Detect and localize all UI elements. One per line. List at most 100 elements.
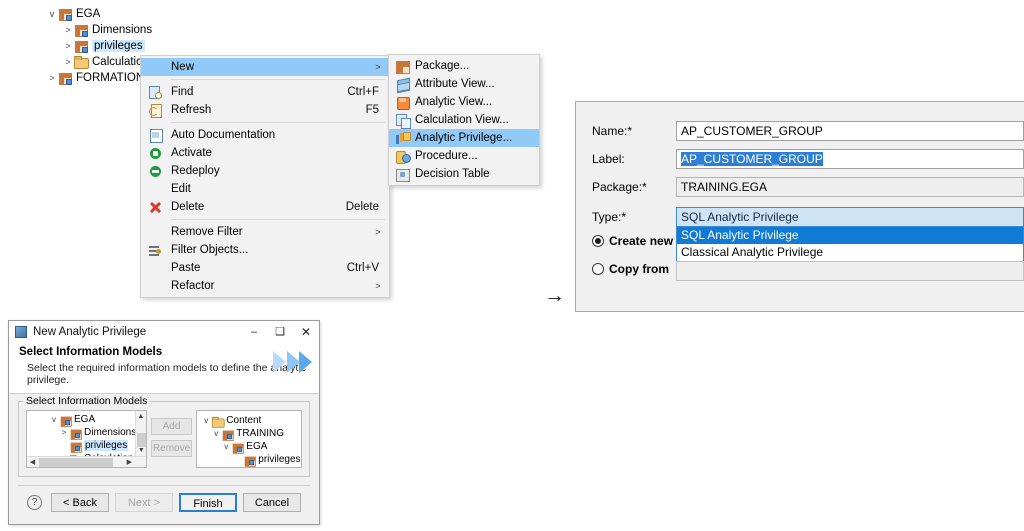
menu-item-redeploy[interactable]: Redeploy — [141, 162, 389, 180]
list-item[interactable]: v EGA — [27, 413, 146, 427]
cube-icon — [74, 39, 88, 53]
list-item[interactable]: v EGA — [197, 440, 301, 454]
cancel-button[interactable]: Cancel — [243, 493, 301, 512]
type-combo-wrap: SQL Analytic Privilege — [676, 207, 1024, 227]
menu-item-new[interactable]: New > — [141, 58, 389, 76]
submenu-item-analytic-view[interactable]: Analytic View... — [389, 93, 539, 111]
menu-item-refresh[interactable]: Refresh F5 — [141, 101, 389, 119]
maximize-button[interactable]: ❑ — [267, 321, 293, 343]
menu-item-activate[interactable]: Activate — [141, 144, 389, 162]
horizontal-scrollbar[interactable]: ◀ ▶ — [27, 456, 146, 467]
chevron-right-icon[interactable]: > — [62, 25, 74, 35]
help-icon[interactable]: ? — [27, 495, 42, 510]
finish-button[interactable]: Finish — [179, 493, 237, 512]
menu-item-label: Filter Objects... — [171, 244, 249, 256]
submenu-item-analytic-privilege[interactable]: Analytic Privilege... — [389, 129, 539, 147]
wizard-title: New Analytic Privilege — [33, 325, 147, 338]
new-analytic-privilege-wizard: New Analytic Privilege – ❑ ✕ Select Info… — [8, 320, 320, 525]
chevron-right-icon[interactable]: > — [62, 57, 74, 67]
chevron-down-icon[interactable]: v — [201, 416, 211, 425]
scroll-down-icon[interactable]: ▼ — [136, 445, 146, 456]
redeploy-icon — [141, 163, 169, 179]
menu-item-filter-objects[interactable]: Filter Objects... — [141, 241, 389, 259]
tree-node-ega[interactable]: v EGA — [46, 6, 216, 22]
add-button[interactable]: Add — [150, 418, 193, 435]
chevron-down-icon[interactable]: v — [211, 429, 221, 438]
name-label: Name:* — [592, 124, 633, 138]
new-submenu: Package... Attribute View... Analytic Vi… — [388, 54, 540, 186]
scroll-up-icon[interactable]: ▲ — [136, 411, 146, 422]
menu-item-find[interactable]: Find Ctrl+F — [141, 83, 389, 101]
chevron-right-icon: > — [375, 62, 381, 72]
menu-item-refactor[interactable]: Refactor > — [141, 277, 389, 295]
cube-icon — [58, 7, 72, 21]
menu-icon-none — [141, 260, 169, 276]
menu-item-label: Auto Documentation — [171, 129, 276, 141]
chevron-right-icon[interactable]: > — [62, 41, 74, 51]
chevron-right-icon[interactable]: > — [46, 73, 58, 83]
copy-from-radio[interactable] — [592, 263, 604, 275]
chevron-down-icon[interactable]: v — [46, 9, 58, 19]
cube-icon — [60, 414, 72, 427]
chevron-down-icon[interactable]: v — [49, 415, 59, 424]
menu-item-remove-filter[interactable]: Remove Filter > — [141, 223, 389, 241]
menu-item-delete[interactable]: Delete Delete — [141, 198, 389, 216]
list-item-label: EGA — [246, 441, 268, 452]
submenu-item-label: Analytic Privilege... — [415, 132, 513, 144]
menu-separator — [171, 79, 385, 80]
activate-icon — [141, 145, 169, 161]
group-title: Select Information Models — [23, 395, 151, 407]
delete-icon — [141, 199, 169, 215]
menu-icon-none — [141, 181, 169, 197]
back-button[interactable]: < Back — [51, 493, 109, 512]
name-input[interactable]: AP_CUSTOMER_GROUP — [676, 121, 1024, 141]
create-new-radio[interactable] — [592, 235, 604, 247]
menu-item-accel: F5 — [365, 104, 379, 116]
scroll-left-icon[interactable]: ◀ — [27, 457, 38, 467]
remove-button[interactable]: Remove — [150, 440, 193, 457]
minimize-button[interactable]: – — [241, 321, 267, 343]
scrollbar-thumb[interactable] — [39, 458, 113, 467]
package-input[interactable]: TRAINING.EGA — [676, 177, 1024, 197]
attribute-view-icon — [389, 76, 415, 92]
tree-node-privileges[interactable]: > privileges — [46, 38, 216, 54]
chevron-right-icon[interactable]: > — [59, 428, 69, 437]
folder-icon — [74, 55, 89, 69]
decision-table-icon — [389, 166, 415, 182]
transfer-buttons: Add Remove — [147, 410, 196, 462]
list-item[interactable]: privileges — [197, 453, 301, 467]
copy-from-input[interactable] — [676, 261, 1024, 281]
submenu-item-procedure[interactable]: Procedure... — [389, 147, 539, 165]
submenu-item-package[interactable]: Package... — [389, 57, 539, 75]
wizard-title-bar: New Analytic Privilege – ❑ ✕ — [9, 321, 319, 343]
name-field-wrap: AP_CUSTOMER_GROUP — [676, 121, 1024, 141]
menu-item-label: Find — [171, 86, 194, 98]
label-input[interactable]: AP_CUSTOMER_GROUP — [676, 149, 1024, 169]
list-item[interactable]: > Dimensions — [27, 426, 146, 440]
chevron-down-icon[interactable]: v — [221, 442, 231, 451]
list-item-label: Dimensions — [84, 427, 137, 438]
chevron-right-icon[interactable]: > — [49, 467, 59, 468]
close-button[interactable]: ✕ — [293, 321, 319, 343]
selected-models-list[interactable]: v Content v TRAINING v EGA privileges — [196, 410, 302, 468]
filter-icon — [141, 242, 169, 258]
menu-item-label: New — [171, 61, 195, 73]
scroll-right-icon[interactable]: ▶ — [124, 457, 135, 467]
list-item-privileges[interactable]: privileges — [27, 439, 146, 453]
available-models-list[interactable]: v EGA > Dimensions privileges ▲ ▼ ◀ ▶ — [26, 410, 147, 468]
submenu-item-label: Attribute View... — [415, 78, 495, 90]
submenu-item-decision-table[interactable]: Decision Table — [389, 165, 539, 183]
menu-item-auto-documentation[interactable]: Auto Documentation — [141, 126, 389, 144]
tree-node-dimensions[interactable]: > Dimensions — [46, 22, 216, 38]
list-item[interactable]: v Content — [197, 414, 301, 428]
menu-separator — [171, 219, 385, 220]
menu-item-paste[interactable]: Paste Ctrl+V — [141, 259, 389, 277]
type-select[interactable]: SQL Analytic Privilege — [676, 207, 1024, 227]
procedure-icon — [389, 148, 415, 164]
list-item[interactable]: v TRAINING — [197, 427, 301, 441]
submenu-item-calculation-view[interactable]: Calculation View... — [389, 111, 539, 129]
list-item-label: Content — [226, 415, 262, 426]
submenu-item-attribute-view[interactable]: Attribute View... — [389, 75, 539, 93]
menu-item-edit[interactable]: Edit — [141, 180, 389, 198]
label-label: Label: — [592, 152, 625, 166]
